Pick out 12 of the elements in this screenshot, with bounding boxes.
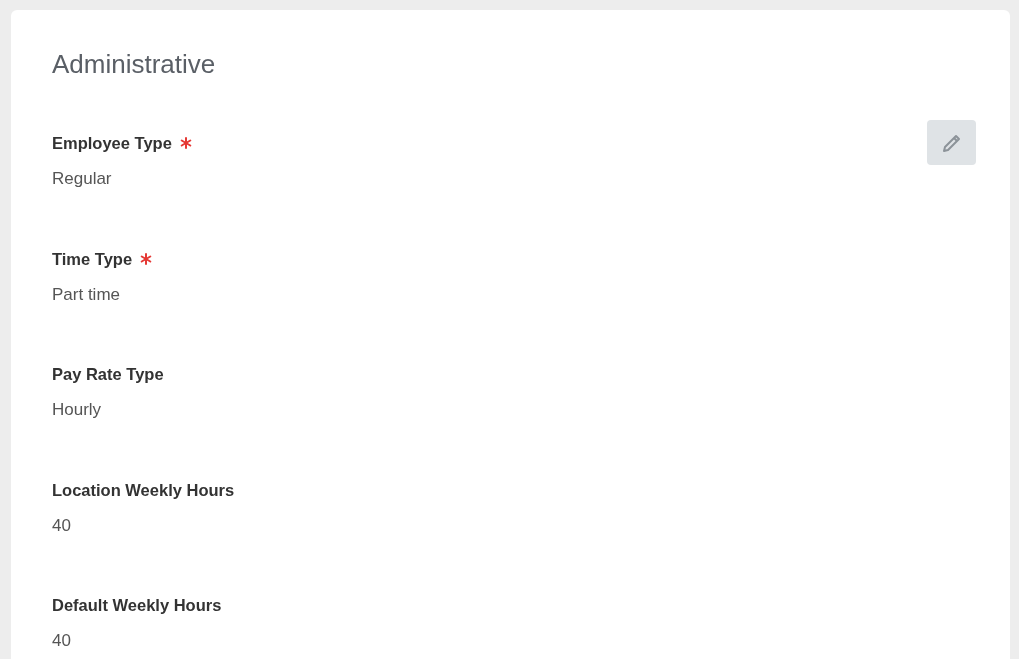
field-value: 40: [52, 630, 71, 652]
field-label: Pay Rate Type: [52, 364, 164, 385]
field-value: 40: [52, 514, 71, 537]
section-title: Administrative: [52, 48, 217, 80]
field-value: Regular: [52, 168, 112, 190]
field-label: Time Type: [52, 248, 133, 270]
field-value: Hourly: [52, 399, 102, 421]
field-label: Location Weekly Hours: [52, 479, 235, 501]
field-value: Part time: [52, 283, 121, 306]
field-label: Employee Type: [52, 133, 172, 154]
field-label: Default Weekly Hours: [52, 595, 222, 616]
edit-button[interactable]: [927, 120, 976, 165]
